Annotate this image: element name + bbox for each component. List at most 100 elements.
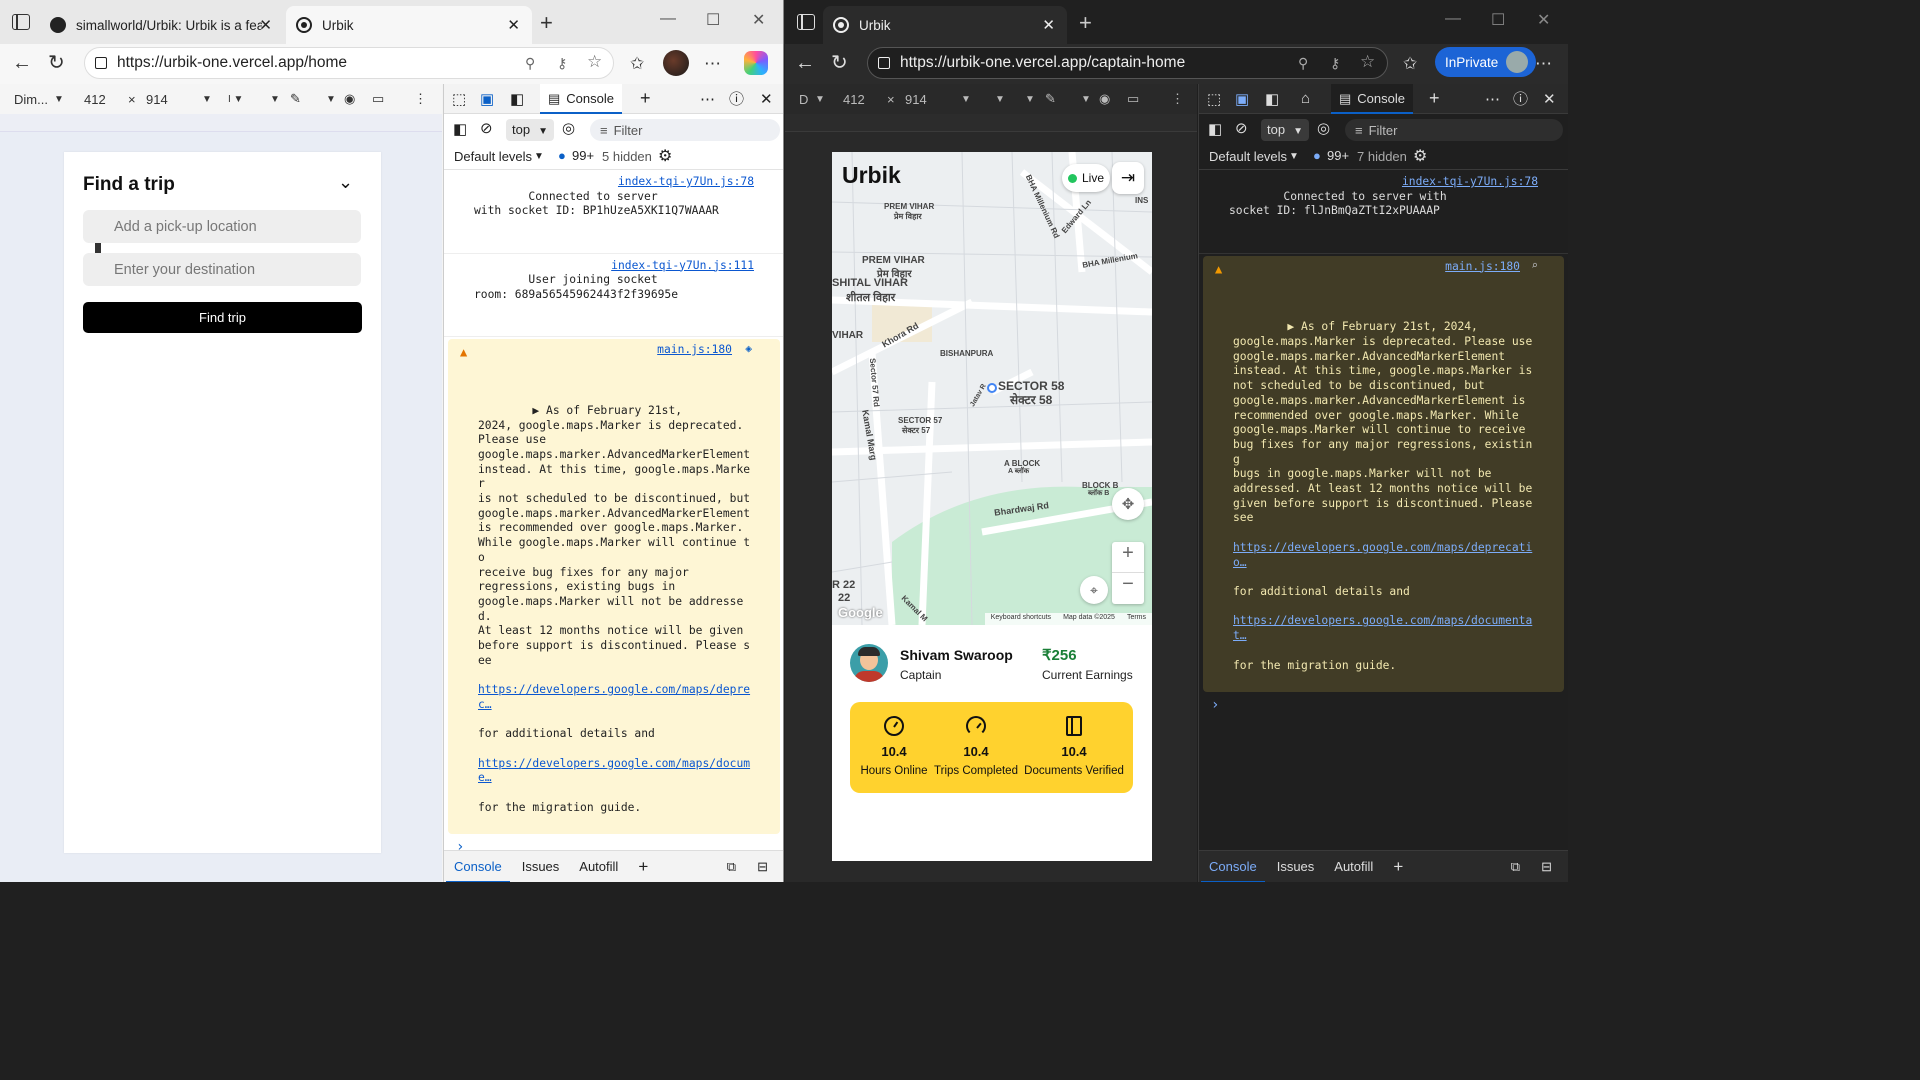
more-menu-icon[interactable]: ⋯ — [704, 54, 721, 74]
help-icon[interactable]: ⓘ — [1513, 88, 1528, 109]
location-icon[interactable]: ⚲ — [525, 55, 535, 72]
search-icon[interactable]: ⌕ — [1531, 259, 1538, 274]
vision-icon[interactable]: ◉ — [344, 91, 355, 107]
settings-gear-icon[interactable]: ⚙ — [658, 146, 672, 166]
documentation-link[interactable]: https://developers.google.com/maps/docum… — [478, 757, 750, 785]
sidebar-toggle-icon[interactable]: ◧ — [1208, 120, 1222, 138]
key-icon[interactable]: ⚷ — [557, 55, 567, 72]
url-field[interactable]: https://urbik-one.vercel.app/home ⚲ ⚷ ☆ — [84, 47, 614, 79]
live-expression-icon[interactable]: ◎ — [562, 119, 575, 137]
close-window-icon[interactable]: ✕ — [1537, 10, 1550, 30]
filter-input[interactable]: ≡ Filter — [1345, 119, 1563, 141]
fullscreen-button[interactable]: ✥ — [1112, 488, 1144, 520]
dock-icon[interactable]: ◧ — [510, 90, 524, 108]
deprecation-link[interactable]: https://developers.google.com/maps/depre… — [478, 683, 750, 711]
tab-console[interactable]: ▤ Console — [540, 83, 622, 114]
console-prompt[interactable]: › — [1199, 698, 1568, 713]
favorite-star-icon[interactable]: ☆ — [1360, 52, 1375, 72]
settings-gear-icon[interactable]: ⚙ — [1413, 146, 1427, 166]
height-input[interactable]: 914 — [146, 92, 168, 107]
close-window-icon[interactable]: ✕ — [752, 10, 765, 30]
home-icon[interactable]: ⌂ — [1301, 90, 1310, 107]
maximize-icon[interactable]: ☐ — [1491, 10, 1505, 30]
source-link[interactable]: main.js:180 — [657, 343, 732, 358]
url-field[interactable]: https://urbik-one.vercel.app/captain-hom… — [867, 47, 1388, 79]
refresh-icon[interactable]: ↻ — [831, 52, 848, 74]
screenshot-icon[interactable]: ▭ — [1127, 91, 1139, 107]
drawer-tab-console[interactable]: Console — [446, 859, 510, 882]
location-icon[interactable]: ⚲ — [1298, 55, 1308, 72]
new-tab-icon[interactable]: + — [540, 10, 553, 36]
favorites-icon[interactable]: ✩ — [1403, 54, 1417, 74]
close-drawer-icon[interactable]: ⊟ — [757, 859, 768, 875]
more-tools-icon[interactable]: ⋯ — [700, 90, 715, 108]
minimize-icon[interactable]: — — [660, 10, 676, 28]
context-select[interactable]: top ▼ — [506, 119, 554, 141]
device-toggle-icon[interactable]: ▣ — [480, 90, 494, 108]
terms-link[interactable]: Terms — [1127, 614, 1146, 624]
close-tab-icon[interactable]: ✕ — [507, 16, 520, 34]
device-toggle-icon[interactable]: ▣ — [1235, 90, 1249, 108]
filter-input[interactable]: ≡ Filter — [590, 119, 780, 141]
add-drawer-tab-icon[interactable]: + — [638, 857, 648, 877]
key-icon[interactable]: ⚷ — [1330, 55, 1340, 72]
close-devtools-icon[interactable]: ✕ — [760, 90, 773, 108]
documentation-link[interactable]: https://developers.google.com/maps/docum… — [1233, 614, 1532, 642]
add-panel-icon[interactable]: + — [640, 88, 651, 109]
inspect-icon[interactable]: ⬚ — [1207, 90, 1221, 108]
tab-actions-icon[interactable] — [12, 14, 30, 30]
width-input[interactable]: 412 — [843, 92, 865, 107]
vision-icon[interactable]: ◉ — [1099, 91, 1110, 107]
refresh-icon[interactable]: ↻ — [48, 52, 65, 74]
my-location-button[interactable]: ⌖ — [1080, 576, 1108, 604]
dock-icon[interactable]: ◧ — [1265, 90, 1279, 108]
close-tab-icon[interactable]: ✕ — [259, 16, 272, 34]
pickup-input[interactable]: Add a pick-up location — [83, 210, 361, 243]
maximize-icon[interactable]: ☐ — [706, 10, 720, 30]
width-input[interactable]: 412 — [84, 92, 106, 107]
more-options-icon[interactable]: ⋮ — [414, 91, 427, 107]
clear-console-icon[interactable]: ⊘ — [480, 119, 493, 137]
levels-select[interactable]: Default levels — [454, 149, 532, 164]
ai-explain-icon[interactable]: ◈ — [745, 342, 752, 357]
tab-actions-icon[interactable] — [797, 14, 815, 30]
tab-github[interactable]: simallworld/Urbik: Urbik is a featu ✕ — [40, 6, 284, 44]
source-link[interactable]: index-tqi-y7Un.js:111 — [611, 259, 754, 274]
context-select[interactable]: top ▼ — [1261, 119, 1309, 141]
tab-console[interactable]: ▤ Console — [1331, 83, 1413, 114]
drawer-tab-autofill[interactable]: Autofill — [1334, 859, 1373, 874]
inspect-icon[interactable]: ⬚ — [452, 90, 466, 108]
live-expression-icon[interactable]: ◎ — [1317, 119, 1330, 137]
keyboard-shortcuts-link[interactable]: Keyboard shortcuts — [991, 614, 1051, 624]
dock-drawer-icon[interactable]: ⧉ — [727, 859, 736, 875]
minimize-icon[interactable]: — — [1445, 10, 1461, 28]
map[interactable]: PREM VIHAR प्रेम विहार PREM VIHAR प्रेम … — [832, 152, 1152, 625]
profile-avatar[interactable] — [663, 50, 689, 76]
source-link[interactable]: index-tqi-y7Un.js:78 — [618, 175, 754, 190]
inprivate-badge[interactable]: InPrivate — [1435, 47, 1537, 77]
source-link[interactable]: main.js:180 — [1445, 260, 1520, 275]
help-icon[interactable]: ⓘ — [729, 88, 744, 109]
new-tab-icon[interactable]: + — [1079, 10, 1092, 36]
close-tab-icon[interactable]: ✕ — [1042, 16, 1055, 34]
more-options-icon[interactable]: ⋮ — [1171, 91, 1184, 107]
screenshot-icon[interactable]: ▭ — [372, 91, 384, 107]
zoom-in-icon[interactable]: + — [1112, 542, 1144, 573]
close-devtools-icon[interactable]: ✕ — [1543, 90, 1556, 108]
back-icon[interactable]: ← — [12, 52, 32, 74]
favorites-icon[interactable]: ✩ — [630, 54, 644, 74]
dock-drawer-icon[interactable]: ⧉ — [1511, 859, 1520, 875]
eyedropper-icon[interactable]: ✎ — [1045, 91, 1056, 107]
add-drawer-tab-icon[interactable]: + — [1393, 857, 1403, 877]
device-select[interactable]: Dim... — [14, 92, 48, 107]
more-menu-icon[interactable]: ⋯ — [1535, 54, 1552, 74]
drawer-tab-console[interactable]: Console — [1201, 859, 1265, 882]
destination-input[interactable]: Enter your destination — [83, 253, 361, 286]
sidebar-toggle-icon[interactable]: ◧ — [453, 120, 467, 138]
tab-urbik[interactable]: Urbik ✕ — [823, 6, 1067, 44]
close-drawer-icon[interactable]: ⊟ — [1541, 859, 1552, 875]
tab-urbik[interactable]: Urbik ✕ — [286, 6, 532, 44]
chevron-down-icon[interactable]: ⌄ — [338, 172, 353, 193]
drawer-tab-issues[interactable]: Issues — [1277, 859, 1315, 874]
device-select[interactable]: D — [799, 92, 808, 107]
